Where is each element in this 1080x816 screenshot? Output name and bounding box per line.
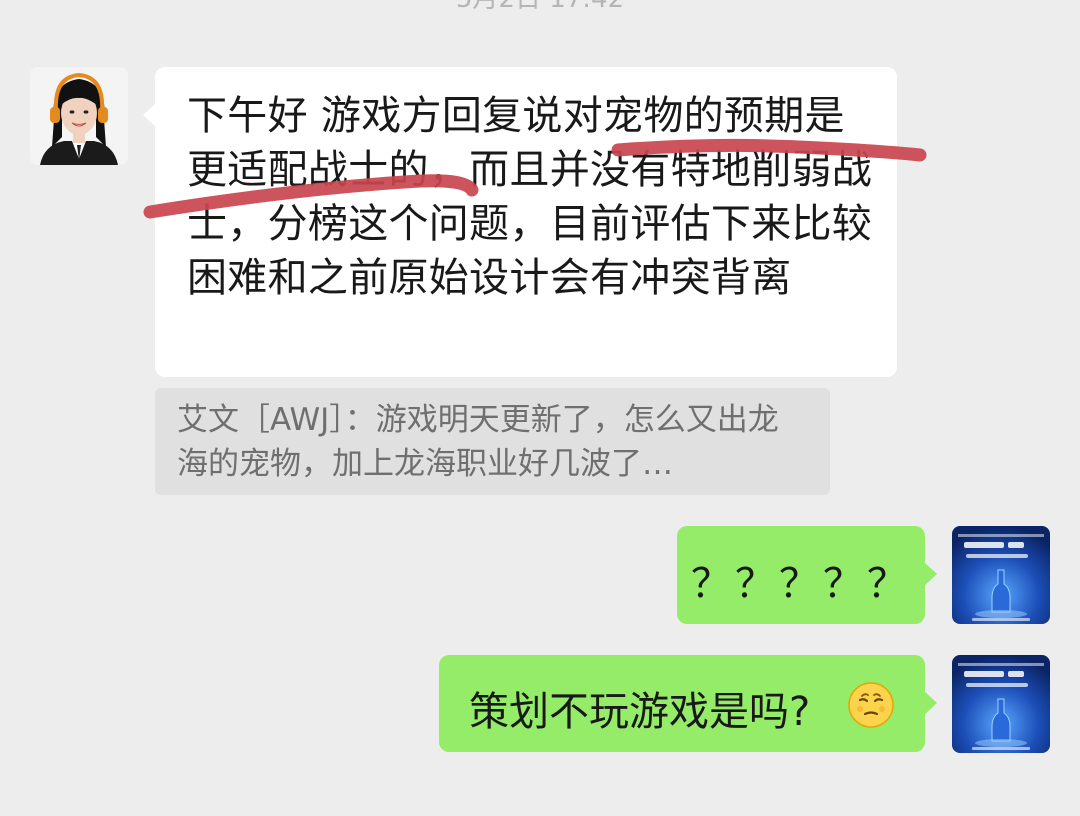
avatar-blue-bottle-ad-icon [952, 655, 1050, 753]
outgoing-message-bubble[interactable]: 策划不玩游戏是吗? [439, 655, 937, 752]
avatar-self[interactable] [952, 526, 1050, 624]
avatar-self[interactable] [952, 655, 1050, 753]
avatar-headset-woman-icon [30, 67, 128, 165]
message-text: 策划不玩游戏是吗? [469, 689, 811, 735]
message-text: ？？？？？ [691, 561, 911, 607]
quoted-message-text: 艾文［AWJ］：游戏明天更新了，怎么又出龙海的宠物，加上龙海职业好几波了… [177, 402, 779, 482]
message-text: 下午好 游戏方回复说对宠物的预期是更适配战士的，而且并没有特地削弱战士，分榜这个… [187, 93, 873, 301]
outgoing-message-bubble[interactable]: ？？？？？ [677, 526, 937, 624]
shushing-face-emoji-icon [848, 682, 894, 728]
incoming-message-bubble[interactable]: 下午好 游戏方回复说对宠物的预期是更适配战士的，而且并没有特地削弱战士，分榜这个… [143, 67, 897, 377]
chat-timestamp: 5月2日 17:42 [0, 0, 1080, 15]
avatar-customer-service[interactable] [30, 67, 128, 165]
quoted-message[interactable]: 艾文［AWJ］：游戏明天更新了，怎么又出龙海的宠物，加上龙海职业好几波了… [155, 388, 830, 495]
avatar-blue-bottle-ad-icon [952, 526, 1050, 624]
